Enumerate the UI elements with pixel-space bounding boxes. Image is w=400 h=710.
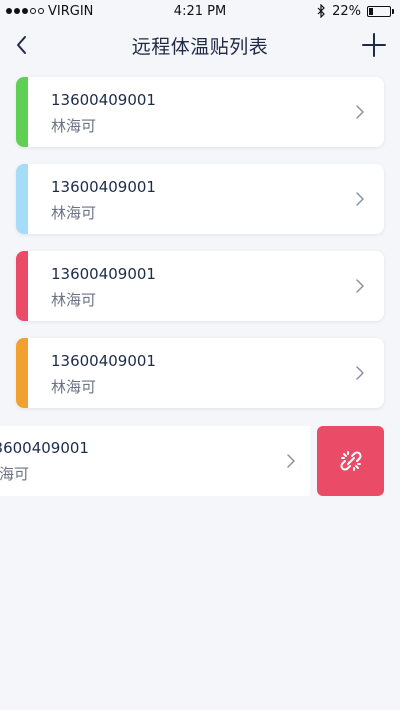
device-screen: VIRGIN 4:21 PM 22% 远程体温贴列表 13600409001 林… [0, 0, 400, 710]
patch-phone: 13600409001 [0, 439, 89, 457]
swiped-row-content[interactable]: 13600409001 林海可 [0, 426, 310, 496]
status-right: 22% [317, 4, 394, 19]
patch-phone: 13600409001 [51, 352, 156, 370]
patch-owner-name: 林海可 [51, 291, 97, 309]
patch-owner-name: 林海可 [51, 117, 97, 135]
chevron-right-icon [356, 105, 364, 119]
patch-owner-name: 林海可 [51, 204, 97, 222]
battery-percent: 22% [332, 3, 361, 19]
color-stripe [16, 164, 28, 234]
signal-strength-icon [6, 8, 44, 14]
chevron-right-icon [356, 366, 364, 380]
unlink-icon [339, 451, 362, 471]
patch-card[interactable]: 13600409001 林海可 [16, 164, 384, 234]
patch-owner-name: 林海可 [51, 378, 97, 396]
patch-phone: 13600409001 [51, 265, 156, 283]
carrier-name: VIRGIN [48, 3, 94, 19]
color-stripe [16, 77, 28, 147]
chevron-right-icon [356, 192, 364, 206]
color-stripe [16, 251, 28, 321]
navigation-bar: 远程体温贴列表 [0, 22, 400, 68]
swiped-patch-row[interactable]: 13600409001 林海可 [0, 426, 400, 496]
status-bar: VIRGIN 4:21 PM 22% [0, 0, 400, 22]
page-title: 远程体温贴列表 [131, 35, 269, 58]
plus-icon[interactable] [360, 31, 388, 59]
unlink-button[interactable] [317, 426, 384, 496]
chevron-left-icon[interactable] [10, 32, 36, 58]
patch-phone: 13600409001 [51, 178, 156, 196]
color-stripe [16, 338, 28, 408]
status-left: VIRGIN [6, 4, 93, 19]
patch-phone: 13600409001 [51, 91, 156, 109]
patch-card[interactable]: 13600409001 林海可 [16, 251, 384, 321]
patch-card[interactable]: 13600409001 林海可 [16, 338, 384, 408]
battery-icon [367, 5, 394, 17]
patch-card[interactable]: 13600409001 林海可 [16, 77, 384, 147]
bluetooth-icon [317, 4, 325, 18]
patch-owner-name: 林海可 [0, 465, 30, 483]
chevron-right-icon [356, 279, 364, 293]
chevron-right-icon [287, 454, 295, 468]
